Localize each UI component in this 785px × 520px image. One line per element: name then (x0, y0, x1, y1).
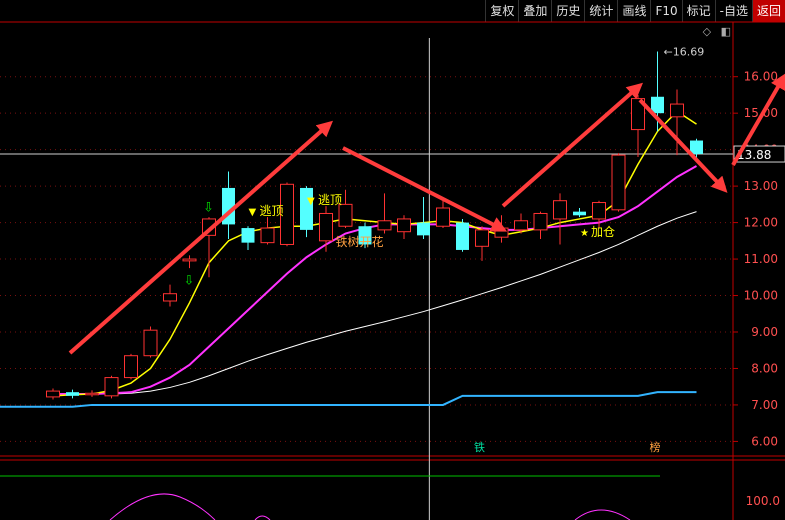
candle-body[interactable] (494, 227, 509, 238)
y-tick-label: 6.00 (751, 434, 778, 448)
candle-body[interactable] (182, 258, 197, 262)
y-tick-label: 12.00 (744, 216, 778, 230)
annotation-marker-icon: ▼ (307, 196, 315, 207)
candle-body[interactable] (514, 220, 528, 231)
candle-body[interactable] (436, 207, 450, 227)
candle-body[interactable] (124, 355, 138, 379)
y-tick-label: 13.00 (744, 179, 778, 193)
series-low-line (53, 391, 697, 408)
y-tick-label: 10.00 (744, 289, 778, 303)
candle-body[interactable] (553, 200, 567, 220)
bottom-marker: 榜 (650, 440, 661, 454)
annotation-label: 加仓 (591, 225, 615, 239)
candle-body[interactable] (456, 222, 469, 250)
candle-body[interactable] (397, 218, 411, 233)
candle-body[interactable] (690, 140, 703, 155)
annotation-label: 逃顶 (260, 204, 284, 218)
candle-body[interactable] (104, 377, 119, 397)
candle-body[interactable] (651, 96, 664, 114)
candle-body[interactable] (338, 203, 353, 227)
y-tick-label: 8.00 (751, 361, 778, 375)
candle-body[interactable] (377, 220, 392, 231)
candle-body[interactable] (670, 103, 684, 118)
series-ma-mid (53, 165, 697, 395)
sub-panel-curve (254, 515, 271, 520)
annotation-label: 逃顶 (318, 193, 342, 207)
max-price-label: ←16.69 (664, 46, 705, 59)
sub-panel-curve (574, 509, 631, 520)
candle-body[interactable] (163, 293, 177, 302)
buy-arrow-icon: ⇩ (184, 274, 195, 289)
candle-body[interactable] (475, 229, 489, 247)
y-tick-label: 9.00 (751, 325, 778, 339)
annotation-marker-icon: ▼ (249, 207, 257, 218)
candle-body[interactable] (417, 222, 430, 236)
y-tick-label: 11.00 (744, 252, 778, 266)
candle-body[interactable] (260, 227, 275, 244)
y-tick-label: 16.00 (744, 70, 778, 84)
sub-panel-curve (109, 493, 216, 520)
buy-arrow-icon: ⇩ (203, 201, 214, 216)
candle-body[interactable] (46, 390, 60, 398)
candle-body[interactable] (241, 228, 255, 243)
bottom-marker: 铁 (474, 441, 485, 454)
annotation-marker-icon: ★ (580, 228, 589, 239)
kline-chart[interactable]: 6.007.008.009.0010.0011.0012.0013.0014.0… (0, 0, 785, 520)
candle-body[interactable] (573, 211, 586, 216)
candle-body[interactable] (300, 187, 313, 230)
candle-body[interactable] (592, 202, 606, 220)
candle-body[interactable] (143, 329, 158, 357)
y-tick-label: 7.00 (751, 398, 778, 412)
trend-arrow (342, 146, 508, 232)
candle-body[interactable] (319, 212, 333, 242)
annotation-label: 铁树开花 (336, 234, 384, 249)
candle-body[interactable] (85, 392, 99, 396)
candle-body[interactable] (533, 212, 548, 231)
candle-body[interactable] (66, 392, 79, 396)
sub-panel-tick: 100.0 (746, 494, 780, 508)
candle-body[interactable] (611, 154, 626, 211)
